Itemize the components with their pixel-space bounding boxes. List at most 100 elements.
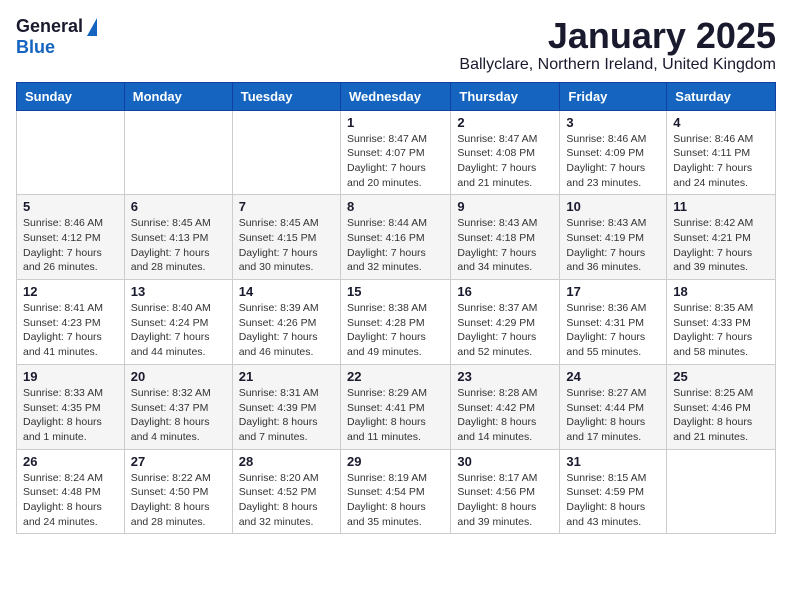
calendar-cell: 5Sunrise: 8:46 AM Sunset: 4:12 PM Daylig… <box>17 195 125 280</box>
calendar-cell: 23 Sunrise: 8:28 AM Sunset: 4:42 PM Dayli… <box>451 364 560 449</box>
day-info: Sunrise: 8:35 AM Sunset: 4:33 PM Dayligh… <box>673 301 769 360</box>
day-info: Sunrise: 8:24 AM Sunset: 4:48 PM Dayligh… <box>23 471 118 530</box>
day-info: Sunrise: 8:41 AM Sunset: 4:23 PM Dayligh… <box>23 301 118 360</box>
day-info: Sunrise: 8:28 AM Sunset: 4:42 PM Dayligh… <box>457 386 553 445</box>
calendar-cell: 9Sunrise: 8:43 AM Sunset: 4:18 PM Daylig… <box>451 195 560 280</box>
calendar-cell: 10 Sunrise: 8:43 AM Sunset: 4:19 PM Dayli… <box>560 195 667 280</box>
day-number: 29 <box>347 454 444 469</box>
day-number: 25 <box>673 369 769 384</box>
calendar-cell: 28 Sunrise: 8:20 AM Sunset: 4:52 PM Dayli… <box>232 449 340 534</box>
day-number: 8 <box>347 199 444 214</box>
calendar-cell: 7Sunrise: 8:45 AM Sunset: 4:15 PM Daylig… <box>232 195 340 280</box>
day-number: 26 <box>23 454 118 469</box>
day-number: 20 <box>131 369 226 384</box>
day-info: Sunrise: 8:42 AM Sunset: 4:21 PM Dayligh… <box>673 216 769 275</box>
day-info: Sunrise: 8:36 AM Sunset: 4:31 PM Dayligh… <box>566 301 660 360</box>
calendar-cell: 1Sunrise: 8:47 AM Sunset: 4:07 PM Daylig… <box>340 110 450 195</box>
calendar-cell: 24 Sunrise: 8:27 AM Sunset: 4:44 PM Dayli… <box>560 364 667 449</box>
weekday-header-wednesday: Wednesday <box>340 82 450 110</box>
calendar-week-row: 5Sunrise: 8:46 AM Sunset: 4:12 PM Daylig… <box>17 195 776 280</box>
calendar-week-row: 12 Sunrise: 8:41 AM Sunset: 4:23 PM Dayli… <box>17 280 776 365</box>
day-info: Sunrise: 8:43 AM Sunset: 4:19 PM Dayligh… <box>566 216 660 275</box>
calendar-cell: 2 Sunrise: 8:47 AM Sunset: 4:08 PM Daylig… <box>451 110 560 195</box>
page-header: General Blue January 2025 Ballyclare, No… <box>16 16 776 74</box>
calendar-table: SundayMondayTuesdayWednesdayThursdayFrid… <box>16 82 776 535</box>
calendar-cell: 4Sunrise: 8:46 AM Sunset: 4:11 PM Daylig… <box>667 110 776 195</box>
month-title: January 2025 <box>459 16 776 56</box>
day-info: Sunrise: 8:43 AM Sunset: 4:18 PM Dayligh… <box>457 216 553 275</box>
day-info: Sunrise: 8:32 AM Sunset: 4:37 PM Dayligh… <box>131 386 226 445</box>
calendar-cell: 6 Sunrise: 8:45 AM Sunset: 4:13 PM Daylig… <box>124 195 232 280</box>
day-number: 17 <box>566 284 660 299</box>
day-number: 21 <box>239 369 334 384</box>
day-info: Sunrise: 8:46 AM Sunset: 4:12 PM Dayligh… <box>23 216 118 275</box>
calendar-cell: 12 Sunrise: 8:41 AM Sunset: 4:23 PM Dayli… <box>17 280 125 365</box>
weekday-header-sunday: Sunday <box>17 82 125 110</box>
day-info: Sunrise: 8:33 AM Sunset: 4:35 PM Dayligh… <box>23 386 118 445</box>
day-number: 16 <box>457 284 553 299</box>
calendar-cell: 25 Sunrise: 8:25 AM Sunset: 4:46 PM Dayli… <box>667 364 776 449</box>
day-number: 31 <box>566 454 660 469</box>
day-info: Sunrise: 8:22 AM Sunset: 4:50 PM Dayligh… <box>131 471 226 530</box>
calendar-cell: 8 Sunrise: 8:44 AM Sunset: 4:16 PM Daylig… <box>340 195 450 280</box>
day-number: 19 <box>23 369 118 384</box>
day-number: 14 <box>239 284 334 299</box>
calendar-cell: 14 Sunrise: 8:39 AM Sunset: 4:26 PM Dayli… <box>232 280 340 365</box>
day-info: Sunrise: 8:37 AM Sunset: 4:29 PM Dayligh… <box>457 301 553 360</box>
calendar-cell: 16 Sunrise: 8:37 AM Sunset: 4:29 PM Dayli… <box>451 280 560 365</box>
day-number: 22 <box>347 369 444 384</box>
day-number: 4 <box>673 115 769 130</box>
day-number: 12 <box>23 284 118 299</box>
day-info: Sunrise: 8:46 AM Sunset: 4:09 PM Dayligh… <box>566 132 660 191</box>
day-number: 18 <box>673 284 769 299</box>
day-info: Sunrise: 8:15 AM Sunset: 4:59 PM Dayligh… <box>566 471 660 530</box>
location-title: Ballyclare, Northern Ireland, United Kin… <box>459 56 776 74</box>
calendar-cell: 18 Sunrise: 8:35 AM Sunset: 4:33 PM Dayli… <box>667 280 776 365</box>
day-info: Sunrise: 8:40 AM Sunset: 4:24 PM Dayligh… <box>131 301 226 360</box>
calendar-cell: 29 Sunrise: 8:19 AM Sunset: 4:54 PM Dayli… <box>340 449 450 534</box>
day-info: Sunrise: 8:27 AM Sunset: 4:44 PM Dayligh… <box>566 386 660 445</box>
calendar-cell: 19 Sunrise: 8:33 AM Sunset: 4:35 PM Dayli… <box>17 364 125 449</box>
calendar-cell: 22 Sunrise: 8:29 AM Sunset: 4:41 PM Dayli… <box>340 364 450 449</box>
day-info: Sunrise: 8:39 AM Sunset: 4:26 PM Dayligh… <box>239 301 334 360</box>
day-number: 10 <box>566 199 660 214</box>
day-info: Sunrise: 8:45 AM Sunset: 4:13 PM Dayligh… <box>131 216 226 275</box>
calendar-week-row: 26 Sunrise: 8:24 AM Sunset: 4:48 PM Dayli… <box>17 449 776 534</box>
day-number: 23 <box>457 369 553 384</box>
day-info: Sunrise: 8:25 AM Sunset: 4:46 PM Dayligh… <box>673 386 769 445</box>
day-info: Sunrise: 8:20 AM Sunset: 4:52 PM Dayligh… <box>239 471 334 530</box>
day-info: Sunrise: 8:17 AM Sunset: 4:56 PM Dayligh… <box>457 471 553 530</box>
calendar-header-row: SundayMondayTuesdayWednesdayThursdayFrid… <box>17 82 776 110</box>
calendar-cell: 21 Sunrise: 8:31 AM Sunset: 4:39 PM Dayli… <box>232 364 340 449</box>
day-number: 13 <box>131 284 226 299</box>
day-number: 2 <box>457 115 553 130</box>
calendar-cell <box>232 110 340 195</box>
calendar-cell: 17 Sunrise: 8:36 AM Sunset: 4:31 PM Dayli… <box>560 280 667 365</box>
calendar-cell <box>667 449 776 534</box>
calendar-cell: 31 Sunrise: 8:15 AM Sunset: 4:59 PM Dayli… <box>560 449 667 534</box>
day-info: Sunrise: 8:44 AM Sunset: 4:16 PM Dayligh… <box>347 216 444 275</box>
calendar-cell: 13 Sunrise: 8:40 AM Sunset: 4:24 PM Dayli… <box>124 280 232 365</box>
calendar-cell: 27Sunrise: 8:22 AM Sunset: 4:50 PM Dayli… <box>124 449 232 534</box>
day-info: Sunrise: 8:31 AM Sunset: 4:39 PM Dayligh… <box>239 386 334 445</box>
calendar-cell: 15 Sunrise: 8:38 AM Sunset: 4:28 PM Dayli… <box>340 280 450 365</box>
weekday-header-thursday: Thursday <box>451 82 560 110</box>
day-number: 11 <box>673 199 769 214</box>
logo: General Blue <box>16 16 97 58</box>
day-number: 3 <box>566 115 660 130</box>
day-info: Sunrise: 8:19 AM Sunset: 4:54 PM Dayligh… <box>347 471 444 530</box>
weekday-header-monday: Monday <box>124 82 232 110</box>
calendar-week-row: 19 Sunrise: 8:33 AM Sunset: 4:35 PM Dayli… <box>17 364 776 449</box>
title-section: January 2025 Ballyclare, Northern Irelan… <box>459 16 776 74</box>
day-number: 1 <box>347 115 444 130</box>
calendar-cell: 3 Sunrise: 8:46 AM Sunset: 4:09 PM Daylig… <box>560 110 667 195</box>
day-info: Sunrise: 8:29 AM Sunset: 4:41 PM Dayligh… <box>347 386 444 445</box>
day-info: Sunrise: 8:47 AM Sunset: 4:08 PM Dayligh… <box>457 132 553 191</box>
day-number: 6 <box>131 199 226 214</box>
day-number: 15 <box>347 284 444 299</box>
calendar-week-row: 1Sunrise: 8:47 AM Sunset: 4:07 PM Daylig… <box>17 110 776 195</box>
day-number: 24 <box>566 369 660 384</box>
day-number: 28 <box>239 454 334 469</box>
calendar-cell: 30Sunrise: 8:17 AM Sunset: 4:56 PM Dayli… <box>451 449 560 534</box>
day-info: Sunrise: 8:38 AM Sunset: 4:28 PM Dayligh… <box>347 301 444 360</box>
